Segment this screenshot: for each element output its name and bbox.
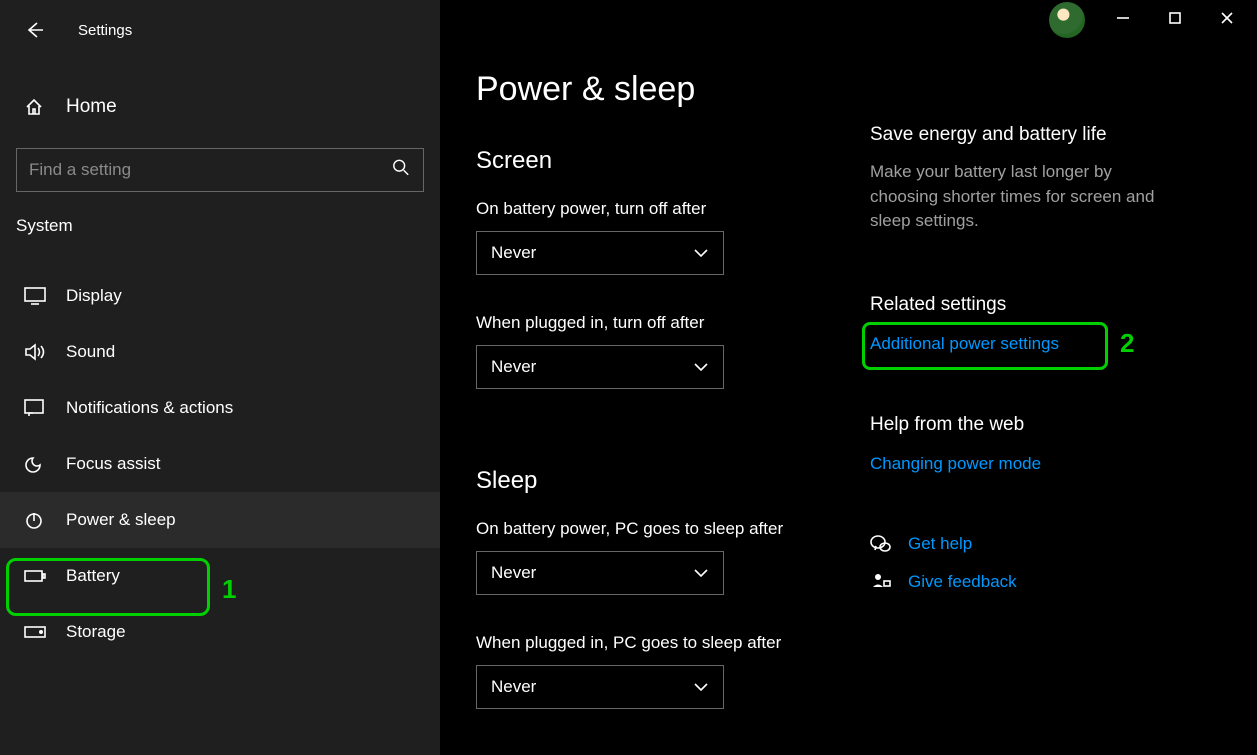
- sidebar-item-label: Notifications & actions: [66, 398, 233, 418]
- search-input[interactable]: [16, 148, 424, 192]
- screen-battery-label: On battery power, turn off after: [476, 199, 870, 219]
- feedback-icon: [870, 572, 892, 592]
- chevron-down-icon: [693, 568, 709, 578]
- chat-help-icon: [870, 534, 892, 554]
- close-button[interactable]: [1205, 0, 1249, 36]
- battery-icon: [24, 569, 50, 583]
- dropdown-value: Never: [491, 677, 536, 697]
- notifications-icon: [24, 399, 50, 417]
- section-heading-sleep: Sleep: [476, 467, 870, 495]
- sidebar-item-label: Focus assist: [66, 454, 160, 474]
- annotation-number-2: 2: [1120, 328, 1134, 359]
- sidebar-item-home[interactable]: Home: [0, 80, 440, 134]
- display-icon: [24, 287, 50, 305]
- main-area: Power & sleep Screen On battery power, t…: [440, 0, 1257, 755]
- power-icon: [24, 510, 50, 530]
- app-title: Settings: [78, 22, 132, 39]
- window-controls: [1049, 0, 1257, 40]
- sidebar-item-label: Storage: [66, 622, 126, 642]
- titlebar: Settings: [0, 10, 440, 50]
- minimize-icon: [1116, 11, 1130, 25]
- chevron-down-icon: [693, 248, 709, 258]
- dropdown-value: Never: [491, 357, 536, 377]
- sidebar-item-storage[interactable]: Storage: [0, 604, 440, 660]
- chevron-down-icon: [693, 362, 709, 372]
- sidebar-item-label: Power & sleep: [66, 510, 176, 530]
- sidebar-item-battery[interactable]: Battery: [0, 548, 440, 604]
- back-button[interactable]: [20, 15, 50, 45]
- give-feedback-link[interactable]: Give feedback: [908, 572, 1017, 592]
- sleep-battery-label: On battery power, PC goes to sleep after: [476, 519, 870, 539]
- give-feedback-row[interactable]: Give feedback: [870, 572, 1227, 592]
- sidebar-item-sound[interactable]: Sound: [0, 324, 440, 380]
- screen-battery-dropdown[interactable]: Never: [476, 231, 724, 275]
- sidebar-item-label: Battery: [66, 566, 120, 586]
- close-icon: [1220, 11, 1234, 25]
- save-energy-text: Make your battery last longer by choosin…: [870, 160, 1180, 234]
- sound-icon: [24, 342, 50, 362]
- minimize-button[interactable]: [1101, 0, 1145, 36]
- avatar[interactable]: [1049, 2, 1085, 38]
- get-help-link[interactable]: Get help: [908, 534, 972, 554]
- search-container: [0, 148, 440, 192]
- arrow-left-icon: [25, 20, 45, 40]
- related-settings-heading: Related settings: [870, 294, 1227, 316]
- get-help-row[interactable]: Get help: [870, 534, 1227, 554]
- sidebar-item-notifications[interactable]: Notifications & actions: [0, 380, 440, 436]
- sidebar: Settings Home System Display Sound Notif…: [0, 0, 440, 755]
- sidebar-item-focus-assist[interactable]: Focus assist: [0, 436, 440, 492]
- sidebar-item-label: Display: [66, 286, 122, 306]
- changing-power-mode-link[interactable]: Changing power mode: [870, 454, 1227, 474]
- home-icon: [24, 97, 50, 117]
- home-label: Home: [66, 96, 117, 118]
- maximize-button[interactable]: [1153, 0, 1197, 36]
- right-column: Save energy and battery life Make your b…: [870, 0, 1257, 755]
- sidebar-item-label: Sound: [66, 342, 115, 362]
- focus-assist-icon: [24, 454, 50, 474]
- dropdown-value: Never: [491, 243, 536, 263]
- sidebar-item-display[interactable]: Display: [0, 268, 440, 324]
- section-heading-screen: Screen: [476, 147, 870, 175]
- sleep-plugged-dropdown[interactable]: Never: [476, 665, 724, 709]
- storage-icon: [24, 625, 50, 639]
- page-title: Power & sleep: [476, 70, 870, 109]
- chevron-down-icon: [693, 682, 709, 692]
- screen-plugged-dropdown[interactable]: Never: [476, 345, 724, 389]
- annotation-number-1: 1: [222, 574, 236, 605]
- category-header: System: [0, 192, 440, 244]
- maximize-icon: [1169, 12, 1181, 24]
- nav-list: Display Sound Notifications & actions Fo…: [0, 268, 440, 660]
- sleep-plugged-label: When plugged in, PC goes to sleep after: [476, 633, 870, 653]
- dropdown-value: Never: [491, 563, 536, 583]
- sleep-battery-dropdown[interactable]: Never: [476, 551, 724, 595]
- search-icon: [392, 159, 410, 182]
- help-from-web-heading: Help from the web: [870, 414, 1227, 436]
- sidebar-item-power-sleep[interactable]: Power & sleep: [0, 492, 440, 548]
- screen-plugged-label: When plugged in, turn off after: [476, 313, 870, 333]
- save-energy-heading: Save energy and battery life: [870, 124, 1227, 146]
- additional-power-settings-link[interactable]: Additional power settings: [870, 334, 1227, 354]
